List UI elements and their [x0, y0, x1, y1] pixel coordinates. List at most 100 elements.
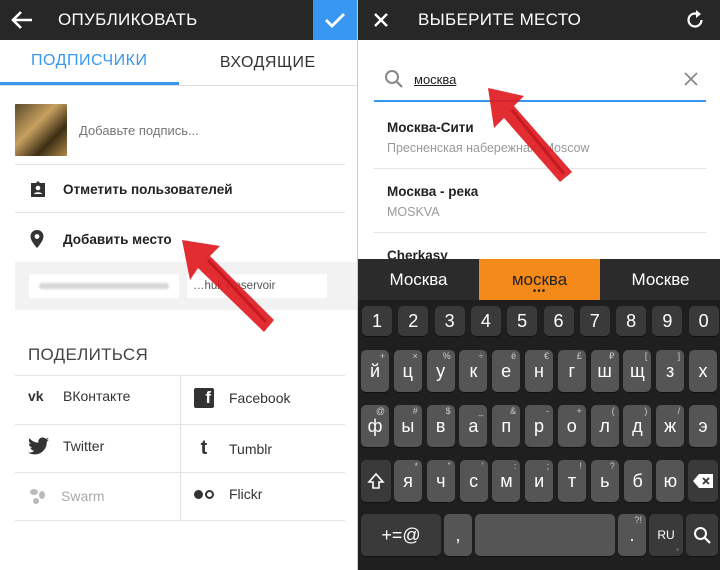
space-key[interactable] [475, 514, 615, 556]
letter-key[interactable]: п & [492, 405, 521, 447]
tab-direct[interactable]: ВХОДЯЩИЕ [179, 40, 358, 85]
period-key[interactable]: .?! [618, 514, 646, 556]
publish-title: ОПУБЛИКОВАТЬ [58, 10, 198, 29]
add-location-row[interactable]: Добавить место [29, 226, 172, 252]
tab-followers[interactable]: ПОДПИСЧИКИ [0, 40, 179, 85]
key-hint: $ [445, 406, 451, 416]
vk-icon: vk [28, 388, 44, 404]
suggestion-word-selected[interactable]: москва ••• [479, 259, 600, 300]
search-key[interactable] [686, 514, 718, 556]
suggestion-word[interactable]: Москве [600, 259, 720, 300]
divider [15, 212, 345, 213]
letter-key[interactable]: ю [656, 460, 685, 502]
keyboard-suggestion-strip: Москва москва ••• Москве [358, 259, 720, 300]
letter-key[interactable]: м: [492, 460, 521, 502]
suggestion-chip-blurred[interactable] [29, 274, 179, 298]
letter-key[interactable]: а _ [459, 405, 488, 447]
caption-input[interactable] [79, 122, 319, 138]
letter-key[interactable]: в $ [426, 405, 455, 447]
share-swarm-label: Swarm [61, 488, 105, 504]
clear-search-icon[interactable] [684, 72, 698, 86]
number-key[interactable]: 1 [362, 306, 392, 336]
number-key[interactable]: 3 [434, 306, 465, 336]
backspace-key[interactable] [688, 460, 718, 502]
share-swarm[interactable]: Swarm [28, 486, 105, 506]
letter-key[interactable]: й + [361, 350, 389, 392]
key-hint: ; [546, 461, 550, 471]
letter-key[interactable]: ц × [393, 350, 422, 392]
key-hint: ? [609, 461, 615, 471]
shift-key[interactable] [361, 460, 391, 502]
letter-key[interactable]: к ÷ [459, 350, 488, 392]
key-label: н [534, 360, 544, 381]
letter-key[interactable]: ф @ [361, 405, 389, 447]
letter-key[interactable]: ш ₽ [590, 350, 619, 392]
key-label: +=@ [381, 524, 421, 545]
key-hint: + [576, 406, 582, 416]
letter-key[interactable]: з] [656, 350, 685, 392]
back-arrow-icon[interactable] [0, 0, 44, 40]
number-key[interactable]: 9 [652, 306, 683, 336]
letter-key[interactable]: э [689, 405, 717, 447]
divider [15, 164, 345, 165]
comma-key[interactable]: , [444, 514, 472, 556]
letter-key[interactable]: р- [525, 405, 553, 447]
tumblr-icon: t [200, 437, 208, 459]
number-key[interactable]: 0 [688, 306, 719, 336]
letter-key[interactable]: л( [590, 405, 619, 447]
number-key[interactable]: 8 [616, 306, 647, 336]
key-label: л [599, 415, 610, 436]
letter-key[interactable]: ь? [590, 460, 619, 502]
number-key[interactable]: 4 [470, 306, 501, 336]
symbols-key[interactable]: +=@ [361, 514, 441, 556]
key-label: 5 [517, 310, 528, 331]
close-icon[interactable] [358, 0, 404, 40]
letter-key[interactable]: х [689, 350, 717, 392]
key-label: щ [629, 360, 645, 381]
letter-key[interactable]: б [623, 460, 652, 502]
tab-direct-label: ВХОДЯЩИЕ [219, 53, 316, 71]
key-label: м [500, 470, 513, 491]
share-facebook-label: Facebook [229, 390, 291, 406]
language-key[interactable]: RU ◦ [649, 514, 683, 556]
letter-key[interactable]: т! [558, 460, 586, 502]
share-tumblr-label: Tumblr [229, 440, 273, 457]
tag-people-row[interactable]: Отметить пользователей [29, 176, 233, 202]
letter-key[interactable]: с ' [459, 460, 488, 502]
number-key[interactable]: 5 [507, 306, 538, 336]
key-hint: @ [375, 406, 385, 416]
letter-key[interactable]: г £ [557, 350, 586, 392]
letter-key[interactable]: и; [525, 460, 554, 502]
number-key[interactable]: 2 [398, 306, 429, 336]
key-label: т [567, 470, 577, 491]
key-hint: ) [644, 406, 648, 416]
letter-key[interactable]: у% [426, 350, 455, 392]
place-result[interactable]: Cherkasy [387, 248, 707, 259]
letter-key[interactable]: щ[ [623, 350, 652, 392]
letter-key[interactable]: ч " [426, 460, 455, 502]
twitter-icon [28, 437, 49, 455]
letter-key[interactable]: я * [394, 460, 422, 502]
number-key[interactable]: 7 [579, 306, 610, 336]
share-twitter[interactable]: Twitter [28, 437, 104, 455]
number-key[interactable]: 6 [543, 306, 574, 336]
suggestion-word[interactable]: Москва [358, 259, 479, 300]
caption-row [15, 98, 345, 162]
letter-key[interactable]: н € [525, 350, 553, 392]
share-vkontakte[interactable]: vk ВКонтакте [28, 388, 130, 404]
confirm-check-icon[interactable] [313, 0, 357, 40]
letter-key[interactable]: её [492, 350, 521, 392]
share-flickr[interactable]: Flickr [194, 486, 262, 502]
letter-key[interactable]: ж / [656, 405, 685, 447]
key-label: х [698, 360, 708, 381]
swarm-icon [30, 489, 45, 504]
letter-key[interactable]: д) [623, 405, 652, 447]
place-header: ВЫБЕРИТЕ МЕСТО [358, 0, 720, 40]
letter-key[interactable]: ы # [393, 405, 422, 447]
letter-key[interactable]: о + [557, 405, 586, 447]
share-tumblr[interactable]: t Tumblr [194, 437, 272, 460]
key-hint: £ [576, 351, 582, 361]
refresh-icon[interactable] [678, 0, 712, 40]
share-twitter-label: Twitter [63, 438, 105, 454]
share-facebook[interactable]: f Facebook [194, 388, 290, 408]
